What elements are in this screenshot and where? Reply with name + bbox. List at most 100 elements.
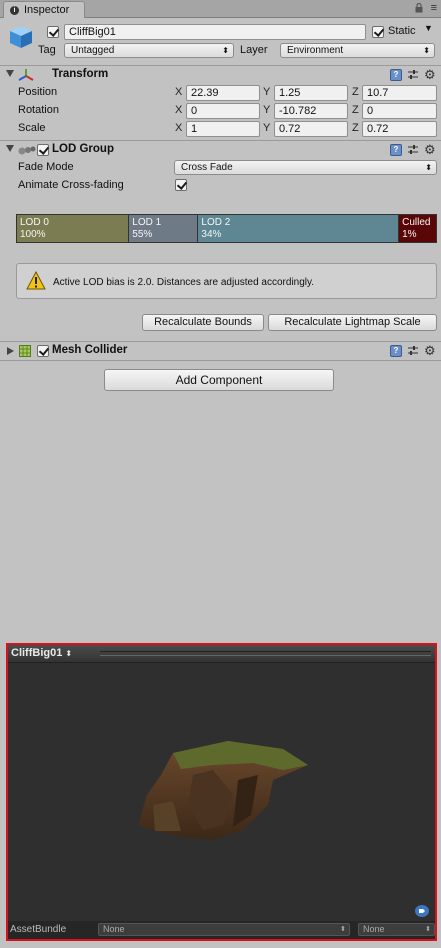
chevron-updown-icon: ⬍ — [65, 649, 73, 658]
lod-group-icon — [18, 146, 36, 155]
tab-menu-icon[interactable]: ≡ — [431, 2, 437, 14]
static-label: Static — [388, 25, 416, 37]
axis-z-label: Z — [352, 104, 359, 116]
lod-segment-percent: 55% — [132, 229, 153, 240]
asset-variant-dropdown[interactable]: None ⬍ — [358, 923, 435, 936]
static-checkbox[interactable] — [372, 26, 384, 38]
layer-label: Layer — [240, 44, 268, 56]
lod-segment-percent: 100% — [20, 229, 46, 240]
axis-z-label: Z — [352, 86, 359, 98]
tab-bar: i Inspector ≡ — [0, 0, 441, 18]
preview-panel: CliffBig01 ⬍ AssetBundle None ⬍ None ⬍ — [6, 643, 437, 941]
info-icon: i — [10, 5, 19, 15]
tab-inspector-label: Inspector — [24, 4, 70, 16]
mesh-collider-icon — [19, 345, 31, 357]
add-component-button[interactable]: Add Component — [104, 369, 334, 391]
gameobject-cube-icon — [10, 26, 32, 48]
lod-bias-warning-text: Active LOD bias is 2.0. Distances are ad… — [53, 277, 315, 288]
position-x-field[interactable]: 22.39 — [186, 85, 260, 101]
preview-header[interactable]: CliffBig01 ⬍ — [8, 645, 435, 663]
static-dropdown-icon[interactable]: ▼ — [424, 23, 433, 33]
axis-x-label: X — [175, 86, 183, 98]
lock-icon[interactable] — [415, 3, 423, 13]
layer-dropdown[interactable]: Environment ⬍ — [280, 43, 435, 58]
position-y-field[interactable]: 1.25 — [274, 85, 348, 101]
scale-z-field[interactable]: 0.72 — [362, 121, 437, 137]
cliff-mesh-preview[interactable] — [133, 735, 313, 850]
chevron-updown-icon: ⬍ — [340, 926, 346, 933]
rotation-y-field[interactable]: -10.782 — [274, 103, 348, 119]
recalculate-lightmap-scale-button[interactable]: Recalculate Lightmap Scale — [268, 314, 437, 331]
gear-icon[interactable]: ⚙ — [424, 67, 436, 83]
help-icon[interactable]: ? — [390, 345, 402, 357]
lod-group-enabled-checkbox[interactable] — [37, 144, 49, 156]
lod-segment-name: LOD 1 — [132, 217, 162, 228]
animate-cross-fading-label: Animate Cross-fading — [18, 179, 124, 191]
warning-icon — [26, 271, 46, 290]
divider — [0, 360, 441, 361]
chevron-updown-icon: ⬍ — [423, 46, 430, 55]
scale-y-field[interactable]: 0.72 — [274, 121, 348, 137]
axis-z-label: Z — [352, 122, 359, 134]
lod-group-header[interactable]: LOD Group ? ⚙ — [0, 140, 441, 158]
preset-sliders-icon[interactable] — [407, 345, 419, 357]
chevron-updown-icon: ⬍ — [425, 163, 432, 172]
lod-segment-percent: 1% — [402, 229, 417, 240]
mesh-collider-title: Mesh Collider — [52, 344, 128, 356]
preset-sliders-icon[interactable] — [407, 144, 419, 156]
lod-group-title: LOD Group — [52, 143, 114, 155]
lod-levels-bar[interactable]: LOD 0 100% LOD 1 55% LOD 2 34% Culled 1% — [16, 214, 437, 243]
axis-y-label: Y — [263, 86, 271, 98]
mesh-collider-header[interactable]: Mesh Collider ? ⚙ — [0, 341, 441, 359]
tag-dropdown[interactable]: Untagged ⬍ — [64, 43, 234, 58]
asset-bundle-dropdown[interactable]: None ⬍ — [98, 923, 350, 936]
lod-bias-warning: Active LOD bias is 2.0. Distances are ad… — [16, 263, 437, 299]
lod-segment-0[interactable]: LOD 0 100% — [17, 215, 130, 242]
axis-y-label: Y — [263, 122, 271, 134]
gear-icon[interactable]: ⚙ — [424, 343, 436, 359]
lod-segment-name: Culled — [402, 217, 431, 228]
position-z-field[interactable]: 10.7 — [362, 85, 437, 101]
transform-axis-icon — [18, 69, 34, 81]
animate-cross-fading-checkbox[interactable] — [175, 179, 187, 191]
chevron-updown-icon: ⬍ — [222, 46, 229, 55]
rotation-x-field[interactable]: 0 — [186, 103, 260, 119]
help-icon[interactable]: ? — [390, 69, 402, 81]
asset-bundle-value: None — [103, 924, 125, 934]
transform-header[interactable]: Transform ? ⚙ — [0, 65, 441, 83]
tab-inspector[interactable]: i Inspector — [3, 1, 85, 18]
asset-bundle-label: AssetBundle — [10, 924, 67, 935]
transform-title: Transform — [52, 68, 109, 80]
tag-value: Untagged — [71, 45, 115, 56]
rotation-z-field[interactable]: 0 — [362, 103, 437, 119]
lod-segment-name: LOD 0 — [20, 217, 49, 228]
lod-segment-1[interactable]: LOD 1 55% — [129, 215, 199, 242]
lod-segment-2[interactable]: LOD 2 34% — [198, 215, 400, 242]
lod-segment-name: LOD 2 — [201, 217, 231, 228]
asset-label-tag-icon[interactable] — [415, 905, 429, 917]
gear-icon[interactable]: ⚙ — [424, 142, 436, 158]
axis-x-label: X — [175, 104, 183, 116]
foldout-open-icon[interactable] — [6, 70, 14, 77]
axis-y-label: Y — [263, 104, 271, 116]
lod-segment-percent: 34% — [201, 229, 222, 240]
mesh-collider-enabled-checkbox[interactable] — [37, 345, 49, 357]
layer-value: Environment — [287, 45, 344, 56]
object-header: CliffBig01 Static ▼ Tag Untagged ⬍ Layer… — [0, 18, 441, 64]
preset-sliders-icon[interactable] — [407, 69, 419, 81]
fade-mode-dropdown[interactable]: Cross Fade ⬍ — [174, 160, 437, 175]
fade-mode-value: Cross Fade — [181, 162, 233, 173]
foldout-open-icon[interactable] — [6, 145, 14, 152]
foldout-closed-icon[interactable] — [7, 347, 14, 355]
preview-title[interactable]: CliffBig01 ⬍ — [11, 647, 72, 659]
axis-x-label: X — [175, 122, 183, 134]
lod-segment-3[interactable]: Culled 1% — [399, 215, 436, 242]
preview-drag-handle[interactable] — [100, 651, 431, 656]
asset-bundle-bar: AssetBundle None ⬍ None ⬍ — [8, 921, 435, 939]
active-checkbox[interactable] — [47, 26, 59, 38]
rotation-label: Rotation — [18, 104, 59, 116]
object-name-field[interactable]: CliffBig01 — [64, 24, 366, 40]
scale-x-field[interactable]: 1 — [186, 121, 260, 137]
help-icon[interactable]: ? — [390, 144, 402, 156]
recalculate-bounds-button[interactable]: Recalculate Bounds — [142, 314, 264, 331]
